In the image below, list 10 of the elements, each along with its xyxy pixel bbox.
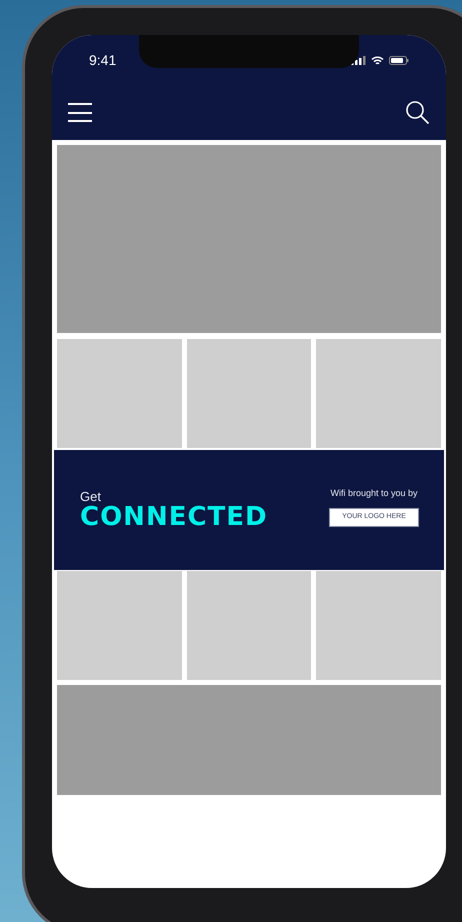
status-time: 9:41 [89,51,116,70]
battery-icon [389,56,409,65]
banner-title: CONNECTED [80,504,268,530]
menu-button[interactable] [68,103,92,122]
search-button[interactable] [405,100,430,125]
search-icon [405,100,430,125]
signal-icon [351,56,366,65]
banner-heading: Get [80,490,102,504]
sponsor-text: Wifi brought to you by [330,487,418,500]
wifi-icon [371,56,384,66]
